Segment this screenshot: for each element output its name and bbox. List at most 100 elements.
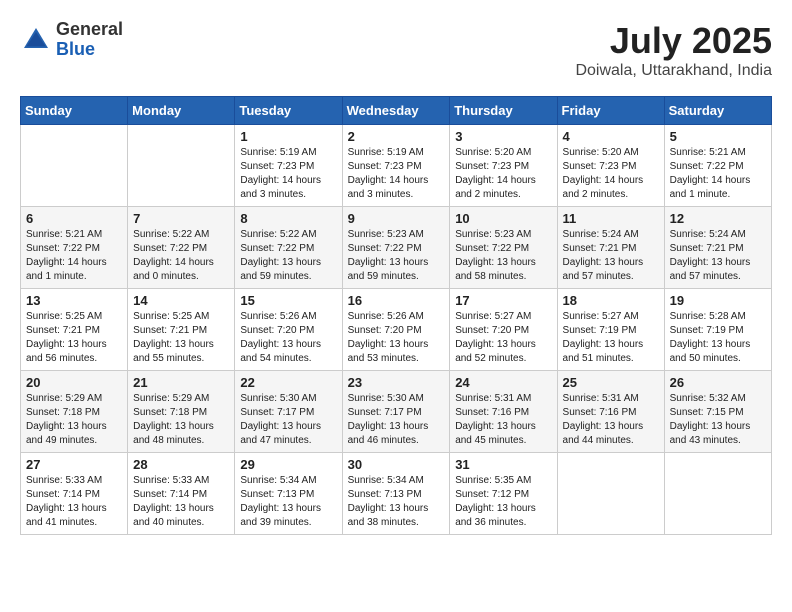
calendar-cell: 28 Sunrise: 5:33 AM Sunset: 7:14 PM Dayli… xyxy=(128,453,235,535)
calendar-cell: 21 Sunrise: 5:29 AM Sunset: 7:18 PM Dayli… xyxy=(128,371,235,453)
day-info: Sunrise: 5:25 AM Sunset: 7:21 PM Dayligh… xyxy=(26,310,122,366)
day-number: 15 xyxy=(240,293,336,308)
day-number: 21 xyxy=(133,375,229,390)
column-header-saturday: Saturday xyxy=(664,97,771,125)
calendar-cell: 23 Sunrise: 5:30 AM Sunset: 7:17 PM Dayli… xyxy=(342,371,450,453)
calendar-cell: 20 Sunrise: 5:29 AM Sunset: 7:18 PM Dayli… xyxy=(21,371,128,453)
logo-blue-text: Blue xyxy=(56,40,123,60)
calendar-cell: 1 Sunrise: 5:19 AM Sunset: 7:23 PM Daylig… xyxy=(235,125,342,207)
day-info: Sunrise: 5:33 AM Sunset: 7:14 PM Dayligh… xyxy=(133,474,229,530)
calendar-cell: 2 Sunrise: 5:19 AM Sunset: 7:23 PM Daylig… xyxy=(342,125,450,207)
day-info: Sunrise: 5:23 AM Sunset: 7:22 PM Dayligh… xyxy=(348,228,445,284)
day-info: Sunrise: 5:27 AM Sunset: 7:19 PM Dayligh… xyxy=(563,310,659,366)
location-subtitle: Doiwala, Uttarakhand, India xyxy=(575,62,772,80)
day-info: Sunrise: 5:30 AM Sunset: 7:17 PM Dayligh… xyxy=(348,392,445,448)
calendar-week-row: 6 Sunrise: 5:21 AM Sunset: 7:22 PM Daylig… xyxy=(21,207,772,289)
day-number: 9 xyxy=(348,211,445,226)
day-info: Sunrise: 5:25 AM Sunset: 7:21 PM Dayligh… xyxy=(133,310,229,366)
day-number: 8 xyxy=(240,211,336,226)
calendar-cell: 10Sunrise: 5:23 AM Sunset: 7:22 PM Dayli… xyxy=(450,207,557,289)
day-info: Sunrise: 5:21 AM Sunset: 7:22 PM Dayligh… xyxy=(670,146,766,202)
day-info: Sunrise: 5:20 AM Sunset: 7:23 PM Dayligh… xyxy=(563,146,659,202)
day-number: 27 xyxy=(26,457,122,472)
calendar-cell: 17Sunrise: 5:27 AM Sunset: 7:20 PM Dayli… xyxy=(450,289,557,371)
day-number: 10 xyxy=(455,211,551,226)
day-info: Sunrise: 5:19 AM Sunset: 7:23 PM Dayligh… xyxy=(240,146,336,202)
day-number: 5 xyxy=(670,129,766,144)
day-number: 17 xyxy=(455,293,551,308)
day-number: 30 xyxy=(348,457,445,472)
calendar-cell: 14 Sunrise: 5:25 AM Sunset: 7:21 PM Dayli… xyxy=(128,289,235,371)
calendar-cell: 15 Sunrise: 5:26 AM Sunset: 7:20 PM Dayli… xyxy=(235,289,342,371)
calendar-cell: 19 Sunrise: 5:28 AM Sunset: 7:19 PM Dayli… xyxy=(664,289,771,371)
day-number: 1 xyxy=(240,129,336,144)
calendar-cell: 5 Sunrise: 5:21 AM Sunset: 7:22 PM Daylig… xyxy=(664,125,771,207)
calendar-week-row: 27 Sunrise: 5:33 AM Sunset: 7:14 PM Dayli… xyxy=(21,453,772,535)
calendar-cell: 30Sunrise: 5:34 AM Sunset: 7:13 PM Dayli… xyxy=(342,453,450,535)
calendar-cell: 8Sunrise: 5:22 AM Sunset: 7:22 PM Daylig… xyxy=(235,207,342,289)
calendar-cell: 11 Sunrise: 5:24 AM Sunset: 7:21 PM Dayli… xyxy=(557,207,664,289)
calendar-cell xyxy=(21,125,128,207)
logo-text: General Blue xyxy=(56,20,123,60)
day-number: 13 xyxy=(26,293,122,308)
day-number: 7 xyxy=(133,211,229,226)
day-number: 3 xyxy=(455,129,551,144)
column-header-monday: Monday xyxy=(128,97,235,125)
calendar-header-row: SundayMondayTuesdayWednesdayThursdayFrid… xyxy=(21,97,772,125)
day-info: Sunrise: 5:34 AM Sunset: 7:13 PM Dayligh… xyxy=(240,474,336,530)
day-number: 11 xyxy=(563,211,659,226)
calendar-cell: 31 Sunrise: 5:35 AM Sunset: 7:12 PM Dayli… xyxy=(450,453,557,535)
calendar-cell: 4 Sunrise: 5:20 AM Sunset: 7:23 PM Daylig… xyxy=(557,125,664,207)
calendar-cell xyxy=(557,453,664,535)
day-info: Sunrise: 5:24 AM Sunset: 7:21 PM Dayligh… xyxy=(670,228,766,284)
day-number: 24 xyxy=(455,375,551,390)
day-number: 31 xyxy=(455,457,551,472)
day-number: 2 xyxy=(348,129,445,144)
calendar-cell xyxy=(128,125,235,207)
calendar-cell: 7Sunrise: 5:22 AM Sunset: 7:22 PM Daylig… xyxy=(128,207,235,289)
day-number: 20 xyxy=(26,375,122,390)
logo: General Blue xyxy=(20,20,123,60)
column-header-thursday: Thursday xyxy=(450,97,557,125)
day-number: 16 xyxy=(348,293,445,308)
calendar-cell: 16Sunrise: 5:26 AM Sunset: 7:20 PM Dayli… xyxy=(342,289,450,371)
calendar-cell: 12Sunrise: 5:24 AM Sunset: 7:21 PM Dayli… xyxy=(664,207,771,289)
day-info: Sunrise: 5:19 AM Sunset: 7:23 PM Dayligh… xyxy=(348,146,445,202)
day-number: 28 xyxy=(133,457,229,472)
day-info: Sunrise: 5:29 AM Sunset: 7:18 PM Dayligh… xyxy=(26,392,122,448)
calendar-cell: 13 Sunrise: 5:25 AM Sunset: 7:21 PM Dayli… xyxy=(21,289,128,371)
day-number: 26 xyxy=(670,375,766,390)
day-number: 23 xyxy=(348,375,445,390)
day-info: Sunrise: 5:21 AM Sunset: 7:22 PM Dayligh… xyxy=(26,228,122,284)
calendar-week-row: 20 Sunrise: 5:29 AM Sunset: 7:18 PM Dayli… xyxy=(21,371,772,453)
logo-general-text: General xyxy=(56,20,123,40)
day-info: Sunrise: 5:26 AM Sunset: 7:20 PM Dayligh… xyxy=(240,310,336,366)
calendar-cell: 24 Sunrise: 5:31 AM Sunset: 7:16 PM Dayli… xyxy=(450,371,557,453)
day-info: Sunrise: 5:31 AM Sunset: 7:16 PM Dayligh… xyxy=(455,392,551,448)
day-number: 4 xyxy=(563,129,659,144)
calendar-week-row: 1 Sunrise: 5:19 AM Sunset: 7:23 PM Daylig… xyxy=(21,125,772,207)
day-info: Sunrise: 5:30 AM Sunset: 7:17 PM Dayligh… xyxy=(240,392,336,448)
column-header-tuesday: Tuesday xyxy=(235,97,342,125)
calendar-week-row: 13 Sunrise: 5:25 AM Sunset: 7:21 PM Dayli… xyxy=(21,289,772,371)
day-number: 6 xyxy=(26,211,122,226)
day-info: Sunrise: 5:29 AM Sunset: 7:18 PM Dayligh… xyxy=(133,392,229,448)
calendar-cell: 27Sunrise: 5:33 AM Sunset: 7:14 PM Dayli… xyxy=(21,453,128,535)
page-header: General Blue July 2025 Doiwala, Uttarakh… xyxy=(20,20,772,80)
day-info: Sunrise: 5:28 AM Sunset: 7:19 PM Dayligh… xyxy=(670,310,766,366)
title-block: July 2025 Doiwala, Uttarakhand, India xyxy=(575,20,772,80)
day-number: 19 xyxy=(670,293,766,308)
day-info: Sunrise: 5:24 AM Sunset: 7:21 PM Dayligh… xyxy=(563,228,659,284)
column-header-sunday: Sunday xyxy=(21,97,128,125)
month-year-title: July 2025 xyxy=(575,20,772,62)
calendar-cell xyxy=(664,453,771,535)
day-number: 22 xyxy=(240,375,336,390)
day-number: 14 xyxy=(133,293,229,308)
calendar-cell: 25Sunrise: 5:31 AM Sunset: 7:16 PM Dayli… xyxy=(557,371,664,453)
calendar-cell: 9 Sunrise: 5:23 AM Sunset: 7:22 PM Daylig… xyxy=(342,207,450,289)
calendar-cell: 26Sunrise: 5:32 AM Sunset: 7:15 PM Dayli… xyxy=(664,371,771,453)
day-number: 18 xyxy=(563,293,659,308)
column-header-friday: Friday xyxy=(557,97,664,125)
logo-icon xyxy=(20,24,52,56)
day-info: Sunrise: 5:35 AM Sunset: 7:12 PM Dayligh… xyxy=(455,474,551,530)
